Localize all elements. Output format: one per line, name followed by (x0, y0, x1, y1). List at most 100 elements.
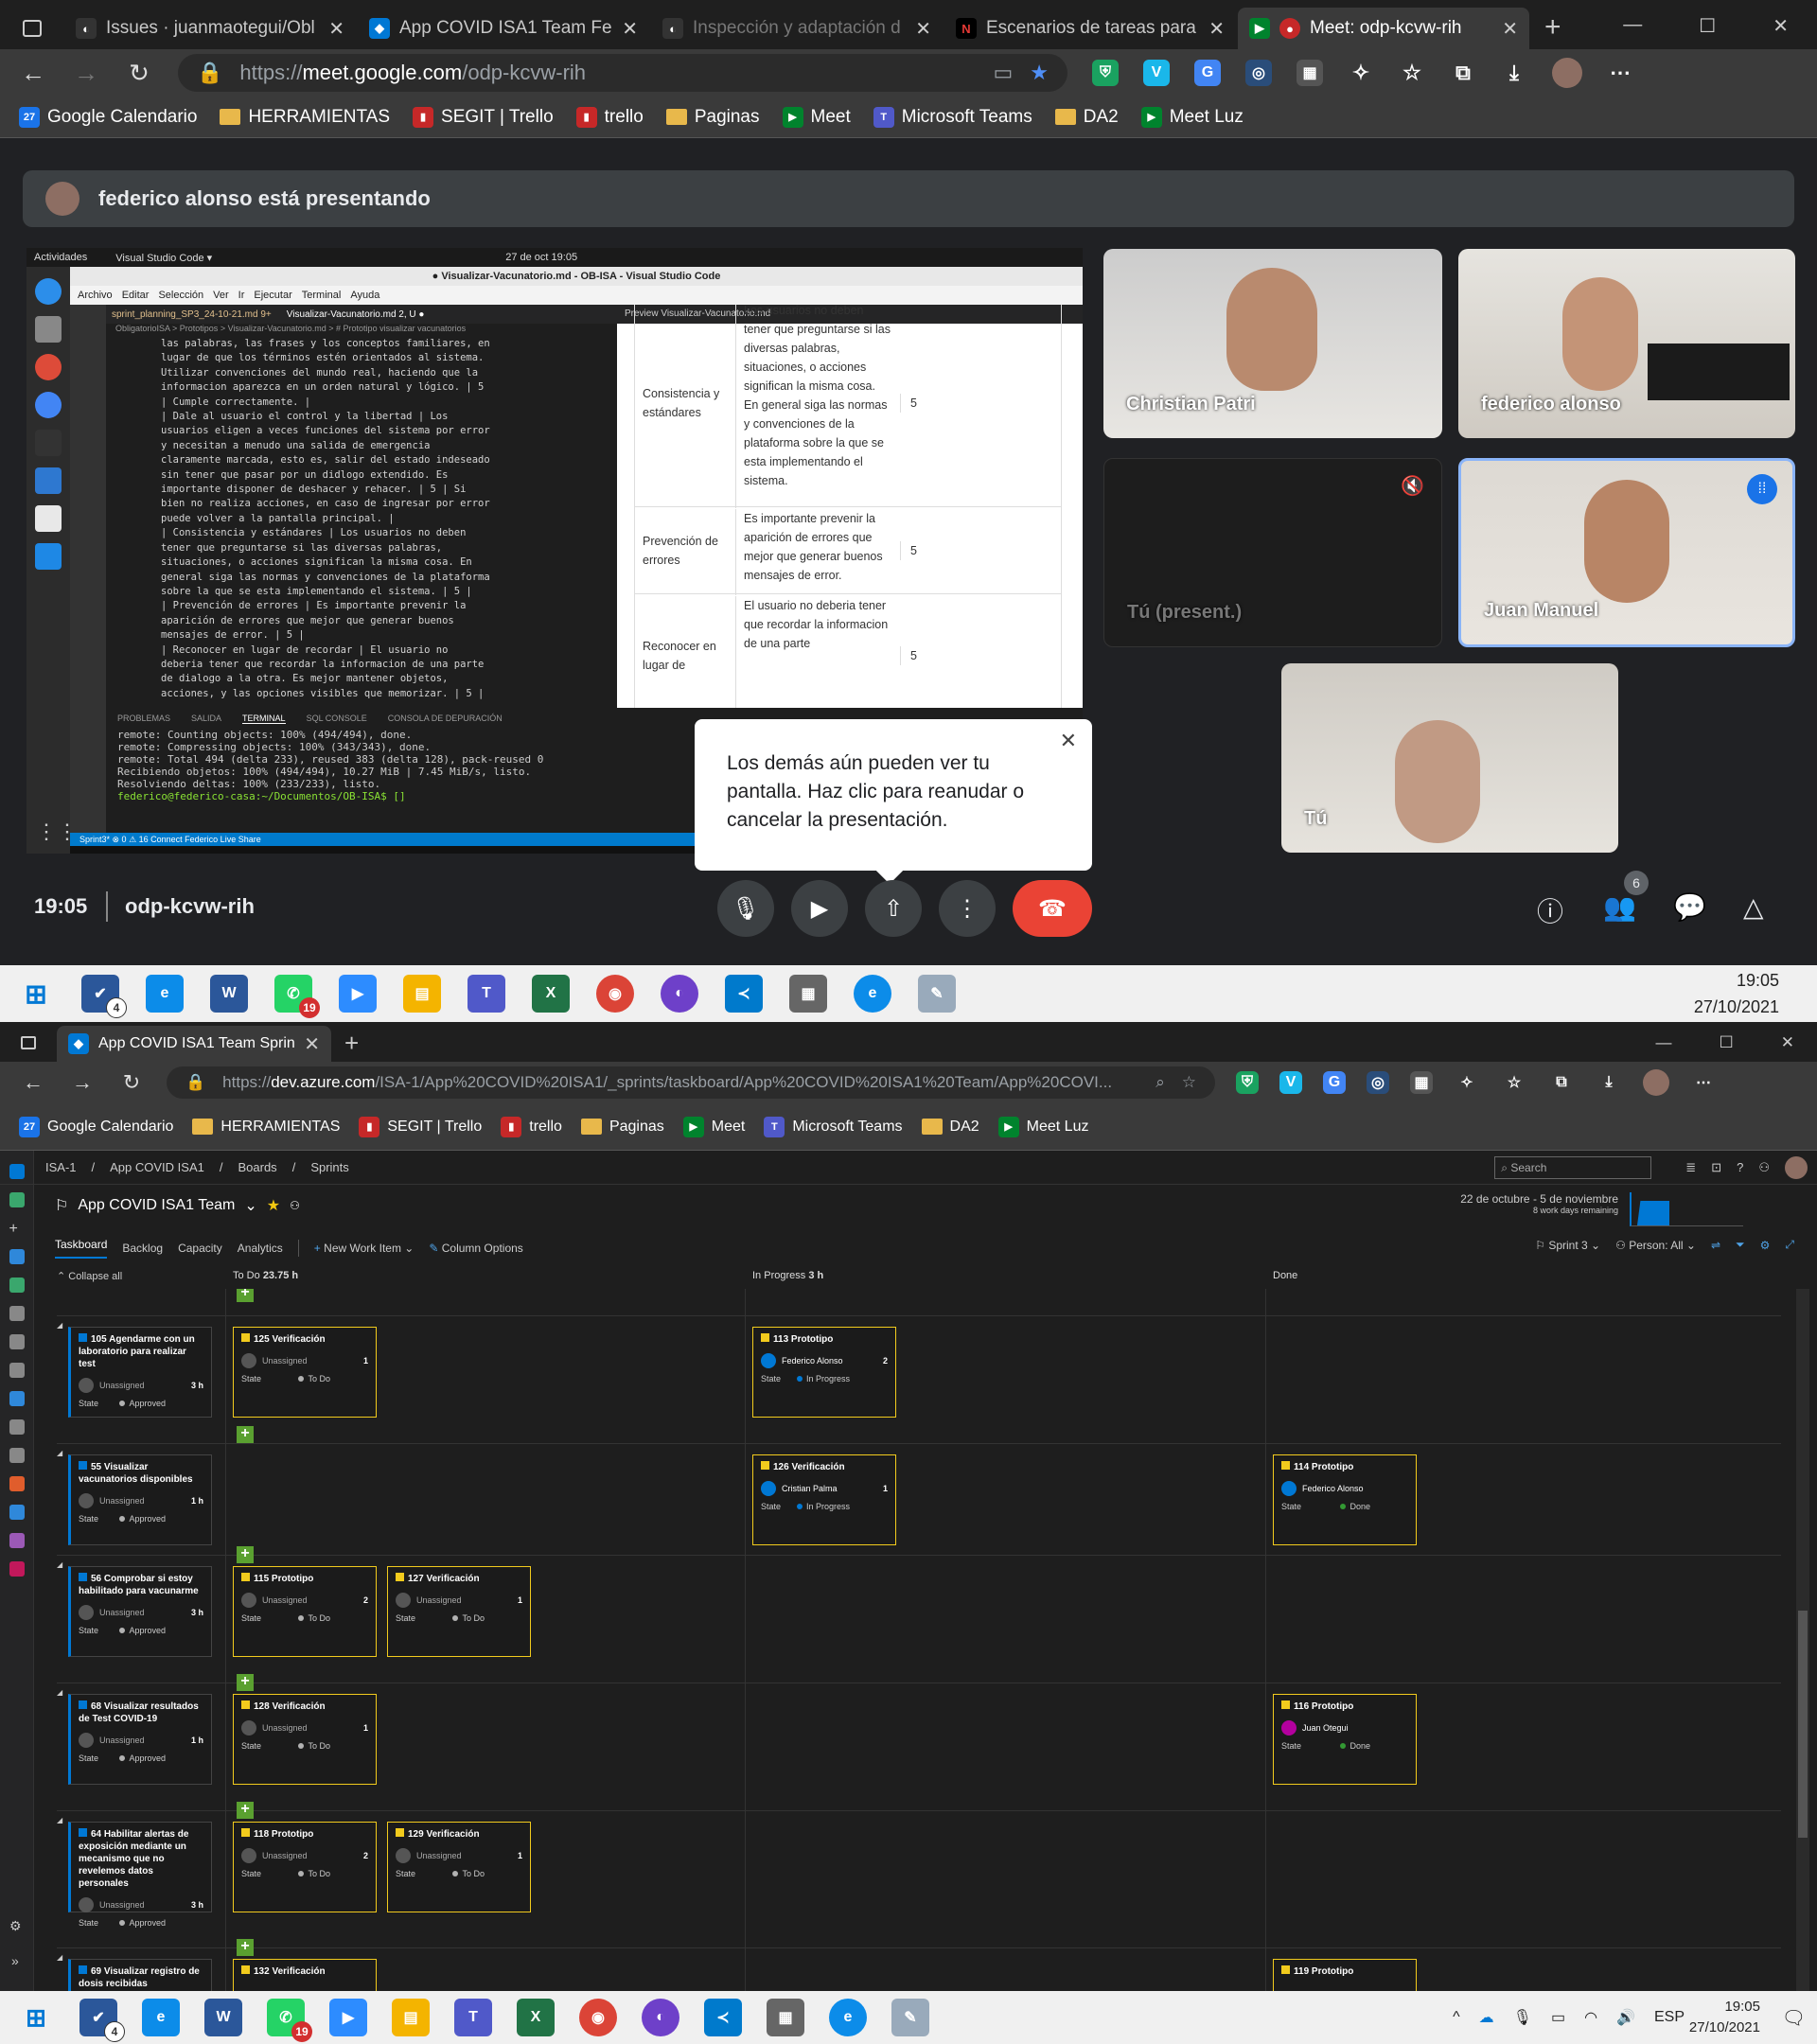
profile-avatar[interactable] (1643, 1069, 1669, 1096)
profile-avatar[interactable] (1785, 1155, 1808, 1179)
work-item-title[interactable]: Prototipo (1312, 1462, 1353, 1472)
chrome-icon[interactable] (35, 354, 62, 380)
work-item-id[interactable]: 69 (91, 1966, 101, 1977)
bookmark-item[interactable]: ▮ SEGIT | Trello (413, 106, 554, 128)
microphone-button[interactable]: 🎙 (717, 880, 774, 937)
url-field[interactable]: 🔒 https://dev.azure.com/ISA-1/App%20COVI… (167, 1066, 1215, 1099)
vscode-menu-item[interactable]: Selección (158, 290, 203, 301)
puzzle-icon[interactable]: ✧ (1454, 1069, 1480, 1096)
onedrive-icon[interactable]: ☁ (1479, 2008, 1494, 2027)
paint-icon[interactable]: ✎ (891, 1999, 929, 2036)
add-task-button[interactable]: + (237, 1289, 254, 1302)
reload-icon[interactable]: ↻ (117, 1070, 146, 1095)
camera-icon[interactable]: ▭ (993, 61, 1013, 85)
assignee-name[interactable]: Unassigned (99, 1608, 145, 1617)
assignee-name[interactable]: Unassigned (99, 1900, 145, 1910)
teams-icon[interactable]: T (454, 1999, 492, 2036)
participant-tile[interactable]: Christian Patri (1103, 249, 1442, 438)
user-story-card[interactable]: 68 Visualizar resultados de Test COVID-1… (68, 1694, 212, 1785)
remaining-work[interactable]: 1 (883, 1484, 888, 1493)
camera-button[interactable]: ▶ (791, 880, 848, 937)
chromium-icon[interactable] (35, 392, 62, 418)
assignee-name[interactable]: Federico Alonso (1302, 1484, 1364, 1493)
chevron-up-icon[interactable]: ^ (1453, 2009, 1460, 2026)
participant-tile[interactable]: federico alonso (1458, 249, 1795, 438)
collapse-row-icon[interactable]: ◢ (57, 1321, 62, 1330)
work-item-id[interactable]: 126 (773, 1462, 789, 1472)
task-card[interactable]: 116 Prototipo Juan Otegui State Done (1273, 1694, 1417, 1785)
team-members-icon[interactable]: ⚇ (290, 1199, 300, 1212)
close-tab-icon[interactable]: ✕ (915, 17, 931, 41)
bookmark-item[interactable]: ▶ Meet (682, 1116, 745, 1137)
user-settings-icon[interactable]: ⚇ (1758, 1160, 1770, 1175)
boards-icon[interactable] (9, 1249, 25, 1264)
microphone-icon[interactable]: 🎙 (1513, 2008, 1532, 2027)
file-explorer-icon[interactable]: ▤ (403, 975, 441, 1013)
favorite-star-icon[interactable]: ★ (267, 1196, 280, 1215)
breadcrumb-item[interactable]: Boards (238, 1160, 276, 1174)
close-icon[interactable]: ✕ (1060, 727, 1077, 755)
work-item-id[interactable]: 113 (773, 1334, 788, 1345)
download-icon[interactable]: ⤓ (1596, 1069, 1622, 1096)
work-item-id[interactable]: 119 (1294, 1966, 1309, 1977)
more-menu-icon[interactable]: ⋯ (1690, 1069, 1717, 1096)
user-story-card[interactable]: 105 Agendarme con un laboratorio para re… (68, 1327, 212, 1418)
work-item-id[interactable]: 132 (254, 1966, 270, 1977)
assignee-name[interactable]: Unassigned (99, 1496, 145, 1506)
whatsapp-icon[interactable]: ✆ 19 (274, 975, 320, 1018)
taskbar-clock[interactable]: 19:05 27/10/2021 (1689, 1997, 1760, 2038)
add-task-button[interactable]: + (237, 1939, 254, 1956)
search-input[interactable]: ⌕ Search (1494, 1155, 1652, 1179)
windows-start-icon[interactable]: ⊞ (17, 1999, 55, 2036)
state-value[interactable]: To Do (298, 1613, 330, 1623)
state-value[interactable]: In Progress (796, 1502, 850, 1511)
remaining-work[interactable]: 3 h (191, 1900, 203, 1910)
reload-icon[interactable]: ↻ (125, 59, 153, 88)
vimeo-extension-icon[interactable]: V (1279, 1071, 1302, 1094)
assignee-name[interactable]: Unassigned (99, 1381, 145, 1390)
work-item-id[interactable]: 55 (91, 1462, 101, 1472)
tab-backlog[interactable]: Backlog (122, 1242, 163, 1255)
maximize-icon[interactable]: ☐ (1699, 14, 1716, 38)
column-options-button[interactable]: ✎ Column Options (429, 1242, 522, 1255)
word-icon[interactable]: W (204, 1999, 242, 2036)
edge-icon[interactable]: e (829, 1999, 867, 2036)
assignee-name[interactable]: Unassigned (416, 1595, 462, 1605)
work-item-id[interactable]: 128 (254, 1701, 270, 1712)
download-icon[interactable]: ⤓ (1501, 60, 1527, 86)
state-value[interactable]: Approved (119, 1626, 166, 1635)
task-card[interactable]: 125 Verificación Unassigned 1 State To Do (233, 1327, 377, 1418)
minimize-icon[interactable]: — (1623, 14, 1642, 38)
task-card[interactable]: 119 Prototipo (1273, 1959, 1417, 1991)
participant-tile-speaking[interactable]: ⁞⁞ Juan Manuel (1458, 458, 1795, 647)
url-field[interactable]: 🔒 https://meet.google.com/odp-kcvw-rih ▭… (178, 54, 1067, 92)
excel-icon[interactable]: X (517, 1999, 555, 2036)
bookmark-item[interactable]: T Microsoft Teams (873, 106, 1032, 128)
add-task-button[interactable]: + (237, 1546, 254, 1563)
whatsapp-icon[interactable]: ✆ 19 (267, 1999, 312, 2042)
assignee-name[interactable]: Unassigned (262, 1851, 308, 1860)
work-item-id[interactable]: 64 (91, 1829, 101, 1840)
work-item-id[interactable]: 56 (91, 1574, 101, 1584)
files-icon[interactable] (35, 316, 62, 343)
chrome-icon[interactable]: ◉ (579, 1999, 617, 2036)
bookmark-item[interactable]: 27 Google Calendario (19, 106, 197, 128)
task-card[interactable]: 128 Verificación Unassigned 1 State To Do (233, 1694, 377, 1785)
breadcrumb-item[interactable]: App COVID ISA1 (110, 1160, 204, 1174)
windows-start-icon[interactable]: ⊞ (17, 975, 55, 1013)
task-card[interactable]: 127 Verificación Unassigned 1 State To Do (387, 1566, 531, 1657)
task-card[interactable]: 115 Prototipo Unassigned 2 State To Do (233, 1566, 377, 1657)
assignee-name[interactable]: Federico Alonso (782, 1356, 843, 1366)
extension-icon[interactable]: ▦ (1297, 60, 1323, 86)
bookmark-item[interactable]: DA2 (1054, 107, 1119, 128)
work-item-title[interactable]: Verificación (426, 1574, 479, 1584)
favorite-star-icon[interactable]: ☆ (1182, 1073, 1196, 1092)
work-item-id[interactable]: 129 (408, 1829, 424, 1840)
text-editor-icon[interactable] (35, 505, 62, 532)
tab-actions-icon[interactable] (0, 1024, 57, 1062)
breadcrumb-item[interactable]: ISA-1 (45, 1160, 77, 1174)
team-selector[interactable]: App COVID ISA1 Team (78, 1197, 235, 1214)
state-value[interactable]: Approved (119, 1514, 166, 1524)
tab-escenarios[interactable]: N Escenarios de tareas para ✕ (944, 8, 1236, 49)
tab-azure-sprint[interactable]: ◆ App COVID ISA1 Team Sprint 3 ✕ (57, 1026, 331, 1062)
